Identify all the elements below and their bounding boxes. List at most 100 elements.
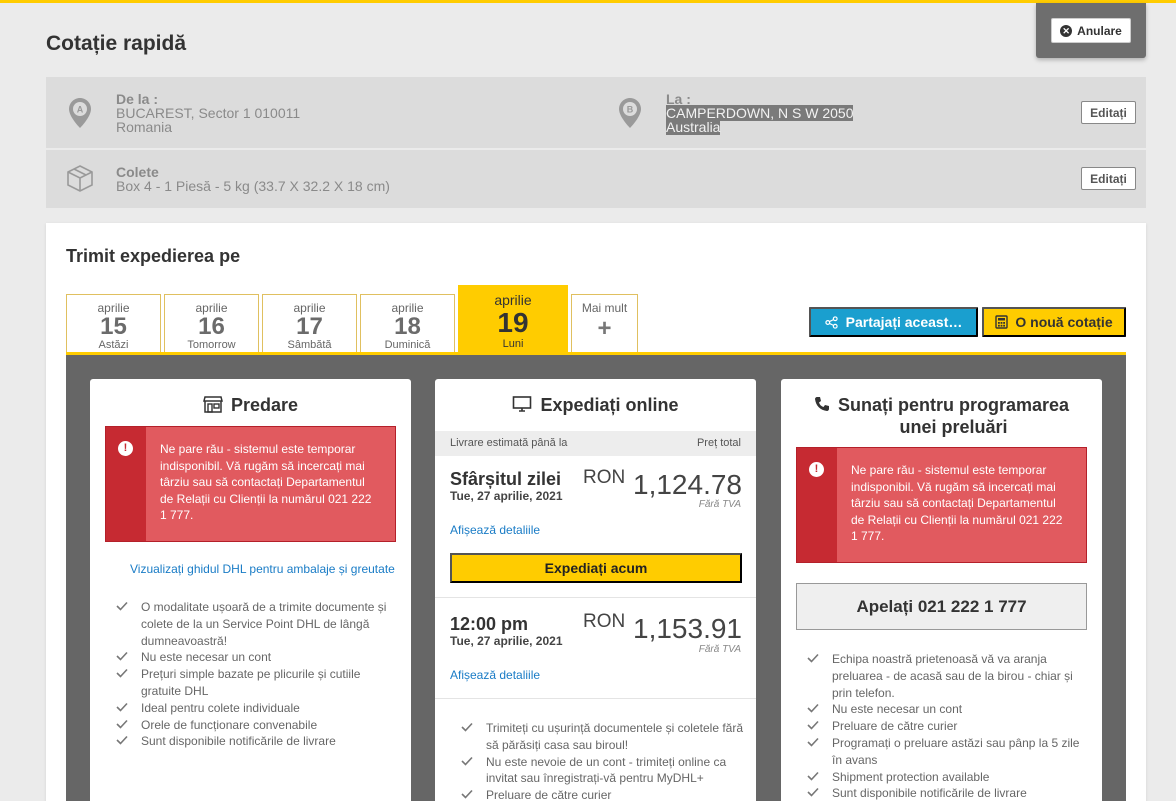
check-icon xyxy=(807,771,819,781)
share-quote-button[interactable]: Partajați aceast… xyxy=(809,307,978,337)
more-dates-tab[interactable]: Mai mult + xyxy=(571,294,638,353)
origin-line2: Romania xyxy=(116,119,173,135)
dropoff-error-alert: ! Ne pare rău - sistemul este temporar i… xyxy=(105,426,396,542)
error-text: Ne pare rău - sistemul este temporar ind… xyxy=(160,442,372,522)
destination-line2: Australia xyxy=(666,119,721,135)
date-day: 16 xyxy=(198,313,225,340)
price-table-header: Livrare estimată până la Preț total xyxy=(435,431,756,456)
list-item: Nu este necesar un cont xyxy=(807,701,1089,718)
check-icon xyxy=(807,737,819,747)
date-tab-19-selected[interactable]: aprilie 19 Luni xyxy=(458,285,568,353)
options-area: Predare ! Ne pare rău - sistemul este te… xyxy=(66,355,1126,801)
check-icon xyxy=(116,652,128,662)
date-month: aprilie xyxy=(494,292,532,308)
svg-text:B: B xyxy=(627,105,634,115)
tier-time: Sfârșitul zilei xyxy=(450,469,562,489)
date-day: 19 xyxy=(497,307,529,338)
check-icon xyxy=(807,704,819,714)
show-details-link[interactable]: Afișează detaliile xyxy=(450,523,540,537)
date-sub: Luni xyxy=(502,338,524,350)
package-row: Colete Box 4 - 1 Piesă - 5 kg (33.7 X 32… xyxy=(46,150,1146,208)
close-icon: ✕ xyxy=(1060,24,1073,37)
cancel-panel: ✕ Anulare xyxy=(1036,3,1146,58)
dropoff-title-text: Predare xyxy=(230,395,299,415)
list-item: Programați o preluare astăzi sau pânp la… xyxy=(807,735,1089,769)
check-icon xyxy=(461,756,473,766)
online-features: Trimiteți cu ușurință documentele și col… xyxy=(461,720,743,801)
plus-icon: + xyxy=(597,315,612,342)
list-item: Nu este nevoie de un cont - trimiteți on… xyxy=(461,754,743,788)
date-sub: Tomorrow xyxy=(187,339,236,351)
destination-label: La : xyxy=(666,91,691,107)
date-tab-18[interactable]: aprilie 18 Duminică xyxy=(360,294,455,353)
tier-date: Tue, 27 aprilie, 2021 xyxy=(450,489,563,503)
ship-online-card: Expediați online Livrare estimată până l… xyxy=(435,379,756,801)
new-quote-button[interactable]: O nouă cotație xyxy=(982,307,1126,337)
calculator-icon xyxy=(995,315,1009,329)
origin-label: De la : xyxy=(116,91,159,107)
svg-text:A: A xyxy=(77,105,84,115)
price-col-label: Preț total xyxy=(696,437,741,449)
more-label: Mai mult xyxy=(581,301,628,315)
check-icon xyxy=(807,788,819,798)
call-title: Sunați pentru programarea unei preluări xyxy=(781,394,1102,438)
phone-icon xyxy=(814,397,829,411)
call-features: Echipa noastră prietenoasă vă va aranja … xyxy=(807,651,1089,801)
cancel-button[interactable]: ✕ Anulare xyxy=(1051,18,1131,43)
check-icon xyxy=(116,669,128,678)
check-icon xyxy=(807,653,819,663)
list-item: Preluare de către curier xyxy=(461,787,743,801)
list-item: Shipment protection available xyxy=(807,769,1089,786)
monitor-icon xyxy=(513,396,532,412)
ship-now-button[interactable]: Expediați acum xyxy=(450,553,742,583)
tier-vat-note: Fără TVA xyxy=(698,644,741,655)
tier-time: 12:00 pm xyxy=(450,614,529,634)
list-item: Sunt disponibile notificările de livrare xyxy=(807,785,1089,801)
date-tab-17[interactable]: aprilie 17 Sâmbătă xyxy=(262,294,357,353)
edit-route-button[interactable]: Editați xyxy=(1081,101,1136,124)
dropoff-features: O modalitate ușoară de a trimite documen… xyxy=(116,599,396,750)
share-icon xyxy=(824,315,838,329)
route-row: A De la : BUCAREST, Sector 1 010011 Roma… xyxy=(46,77,1146,148)
online-title: Expediați online xyxy=(435,394,756,416)
date-day: 18 xyxy=(394,313,421,340)
origin-pin-icon: A xyxy=(69,98,91,128)
shipping-card: Trimit expedierea pe aprilie 15 Astăzi a… xyxy=(46,223,1146,801)
shipping-title: Trimit expedierea pe xyxy=(66,246,241,266)
origin-address: De la : BUCAREST, Sector 1 010011 Romani… xyxy=(116,92,300,134)
error-text: Ne pare rău - sistemul este temporar ind… xyxy=(851,463,1063,543)
list-item: Ideal pentru colete individuale xyxy=(116,700,396,717)
list-item: Prețuri simple bazate pe plicurile și cu… xyxy=(116,666,396,700)
check-icon xyxy=(116,736,128,746)
edit-package-button[interactable]: Editați xyxy=(1081,167,1136,190)
tier-date: Tue, 27 aprilie, 2021 xyxy=(450,634,563,648)
call-title-line2: unei preluări xyxy=(899,417,1008,437)
package-label: Colete xyxy=(116,164,159,180)
dropoff-card: Predare ! Ne pare rău - sistemul este te… xyxy=(90,379,411,801)
call-button[interactable]: Apelați 021 222 1 777 xyxy=(796,583,1087,630)
check-icon xyxy=(807,721,819,730)
list-item: Orele de funcționare convenabile xyxy=(116,717,396,734)
tier-currency: RON xyxy=(583,467,626,488)
tier-currency: RON xyxy=(583,611,626,632)
show-details-link[interactable]: Afișează detaliile xyxy=(450,668,540,682)
date-tab-16[interactable]: aprilie 16 Tomorrow xyxy=(164,294,259,353)
cancel-label: Anulare xyxy=(1077,23,1122,38)
destination-address: La : CAMPERDOWN, N S W 2050 Australia xyxy=(666,91,854,135)
list-item: Sunt disponibile notificările de livrare xyxy=(116,733,396,750)
date-sub: Astăzi xyxy=(98,339,129,351)
date-tab-15[interactable]: aprilie 15 Astăzi xyxy=(66,294,161,353)
package-detail: Box 4 - 1 Piesă - 5 kg (33.7 X 32.2 X 18… xyxy=(116,178,390,194)
box-icon xyxy=(67,165,93,192)
destination-pin-icon: B xyxy=(619,98,641,128)
check-icon xyxy=(116,702,128,712)
check-icon xyxy=(116,601,128,611)
store-icon xyxy=(203,396,223,413)
date-day: 15 xyxy=(100,313,127,340)
check-icon xyxy=(461,790,473,799)
share-label: Partajați aceast… xyxy=(845,314,963,330)
call-pickup-card: Sunați pentru programarea unei preluări … xyxy=(781,379,1102,801)
tier-price: 1,153.91 xyxy=(633,613,742,644)
list-item: Echipa noastră prietenoasă vă va aranja … xyxy=(807,651,1089,701)
packaging-guide-link[interactable]: Vizualizați ghidul DHL pentru ambalaje ș… xyxy=(130,562,395,576)
